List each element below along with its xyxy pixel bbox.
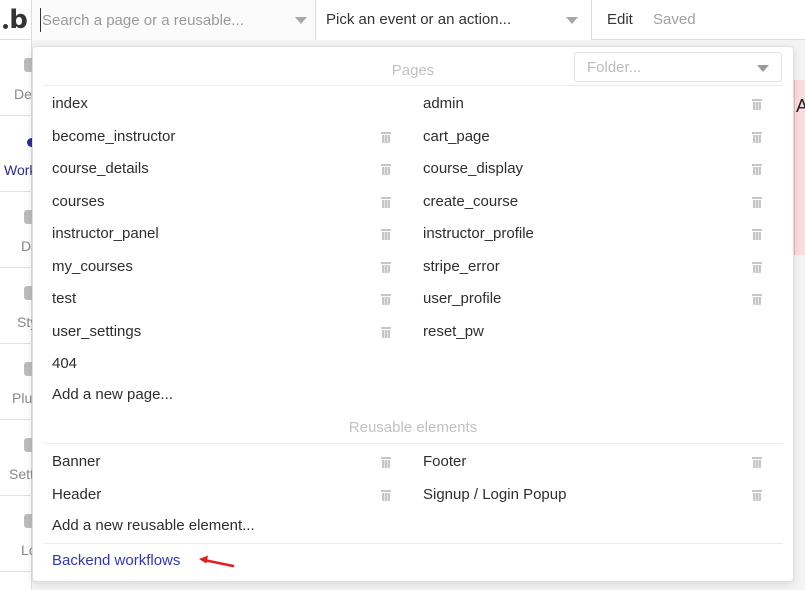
data-icon: [24, 210, 32, 224]
trash-icon[interactable]: [381, 489, 391, 501]
trash-icon[interactable]: [381, 228, 391, 240]
trash-icon[interactable]: [381, 326, 391, 338]
left-sidebar: Design Workflow Data Styles Plugins Sett…: [0, 40, 32, 590]
trash-icon[interactable]: [381, 293, 391, 305]
sidebar-item-workflow[interactable]: Workflow: [0, 116, 32, 192]
divider: [43, 85, 783, 86]
page-item[interactable]: cart_page: [423, 128, 490, 145]
bubble-logo[interactable]: b: [0, 0, 32, 40]
sidebar-item-label: Design: [14, 86, 32, 102]
sidebar-item-label: Plugins: [12, 390, 32, 406]
event-action-select[interactable]: Pick an event or an action...: [316, 0, 592, 40]
trash-icon[interactable]: [381, 456, 391, 468]
settings-icon: [24, 438, 32, 452]
chevron-down-icon[interactable]: [566, 17, 578, 24]
page-item[interactable]: courses: [52, 193, 105, 210]
styles-icon: [24, 286, 32, 300]
sidebar-item-label: Data: [21, 238, 32, 254]
page-search-input[interactable]: [40, 8, 284, 32]
page-item[interactable]: course_details: [52, 160, 149, 177]
sidebar-item-label: Logs: [21, 542, 32, 558]
sidebar-item-label: Workflow: [4, 162, 32, 178]
page-item[interactable]: user_profile: [423, 290, 501, 307]
sidebar-item-styles[interactable]: Styles: [0, 268, 32, 344]
reusable-item[interactable]: Footer: [423, 453, 466, 470]
sidebar-item-label: Styles: [17, 314, 32, 330]
sidebar-item-data[interactable]: Data: [0, 192, 32, 268]
page-item[interactable]: user_settings: [52, 323, 141, 340]
divider: [43, 443, 783, 444]
page-item[interactable]: test: [52, 290, 76, 307]
page-item[interactable]: my_courses: [52, 258, 133, 275]
reusable-section-title: Reusable elements: [348, 419, 478, 436]
page-item[interactable]: instructor_profile: [423, 225, 534, 242]
page-item[interactable]: admin: [423, 95, 464, 112]
pages-section-title: Pages: [391, 62, 435, 79]
page-selector-dropdown: Folder... Pages index become_instructor co…: [32, 46, 794, 582]
trash-icon[interactable]: [381, 131, 391, 143]
page-item[interactable]: course_display: [423, 160, 523, 177]
page-search-box[interactable]: [32, 0, 316, 40]
add-new-page-button[interactable]: Add a new page...: [52, 386, 173, 403]
logo-letter: b: [9, 5, 28, 35]
trash-icon[interactable]: [752, 261, 762, 273]
reusable-item[interactable]: Banner: [52, 453, 100, 470]
divider: [43, 543, 783, 544]
sidebar-item-settings[interactable]: Settings: [0, 420, 32, 496]
trash-icon[interactable]: [381, 163, 391, 175]
trash-icon[interactable]: [752, 228, 762, 240]
top-bar: b Pick an event or an action... Edit Sav…: [0, 0, 805, 40]
sidebar-item-plugins[interactable]: Plugins: [0, 344, 32, 420]
trash-icon[interactable]: [381, 261, 391, 273]
reusable-item[interactable]: Signup / Login Popup: [423, 486, 566, 503]
reusable-item[interactable]: Header: [52, 486, 101, 503]
add-new-reusable-button[interactable]: Add a new reusable element...: [52, 517, 255, 534]
page-item[interactable]: become_instructor: [52, 128, 175, 145]
page-item[interactable]: stripe_error: [423, 258, 500, 275]
backend-workflows-link[interactable]: Backend workflows: [52, 552, 180, 569]
design-icon: [24, 58, 32, 72]
page-item[interactable]: reset_pw: [423, 323, 484, 340]
trash-icon[interactable]: [752, 196, 762, 208]
plugins-icon: [24, 362, 32, 376]
canvas-text: A: [796, 96, 805, 116]
event-action-select-label: Pick an event or an action...: [326, 11, 512, 28]
trash-icon[interactable]: [752, 293, 762, 305]
sidebar-item-label: Settings: [9, 466, 32, 482]
page-item[interactable]: instructor_panel: [52, 225, 159, 242]
page-item[interactable]: index: [52, 95, 88, 112]
trash-icon[interactable]: [752, 163, 762, 175]
sidebar-item-logs[interactable]: Logs: [0, 496, 32, 572]
logo-dot: [3, 24, 9, 29]
trash-icon[interactable]: [752, 98, 762, 110]
red-arrow-annotation: [199, 555, 235, 568]
trash-icon[interactable]: [752, 131, 762, 143]
saved-status: Saved: [653, 11, 696, 28]
trash-icon[interactable]: [752, 456, 762, 468]
trash-icon[interactable]: [752, 489, 762, 501]
logs-icon: [24, 514, 32, 528]
edit-mode-label[interactable]: Edit: [607, 11, 633, 28]
sidebar-item-design[interactable]: Design: [0, 40, 32, 116]
trash-icon[interactable]: [381, 196, 391, 208]
page-item[interactable]: 404: [52, 355, 77, 372]
page-item[interactable]: create_course: [423, 193, 518, 210]
chevron-down-icon[interactable]: [295, 17, 307, 24]
